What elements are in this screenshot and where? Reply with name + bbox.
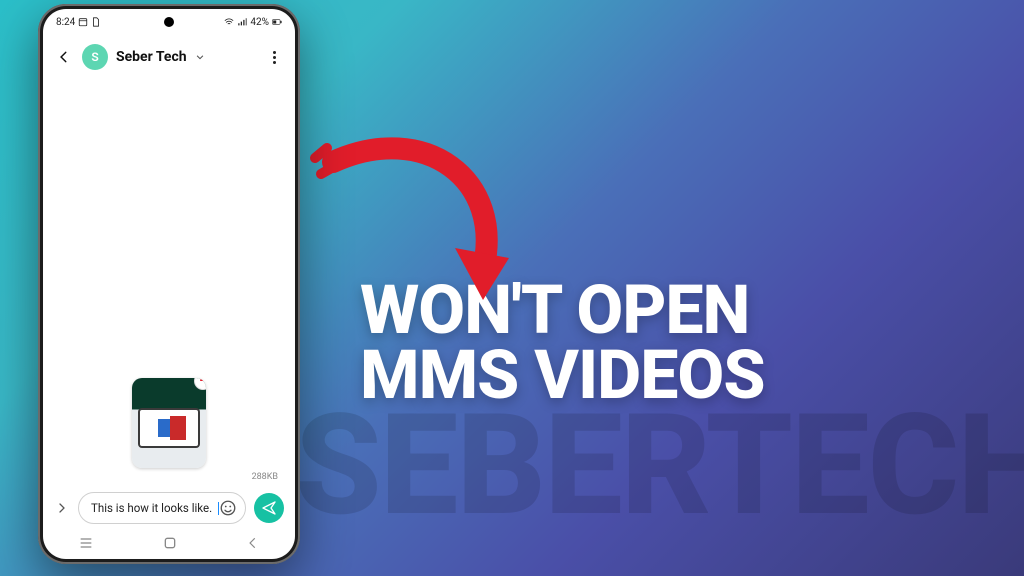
battery-percent: 42% (250, 17, 269, 28)
more-options-button[interactable] (264, 47, 284, 67)
phone-frame: 8:24 42% S Seber Tech (38, 4, 300, 564)
send-icon (261, 500, 277, 516)
send-button[interactable] (254, 493, 284, 523)
attachment-filesize: 288KB (56, 472, 282, 482)
message-input[interactable]: This is how it looks like. (78, 492, 246, 524)
contact-name[interactable]: Seber Tech (116, 49, 187, 65)
camera-punchhole (164, 17, 174, 27)
chevron-down-icon[interactable] (195, 52, 205, 62)
remove-attachment-button[interactable]: − (194, 378, 206, 390)
thumbnail-preview (138, 408, 200, 448)
phone-status-icon (91, 17, 101, 27)
contact-avatar[interactable]: S (82, 44, 108, 70)
attachment-thumbnail[interactable]: − (132, 378, 206, 468)
home-button[interactable] (162, 535, 178, 551)
nav-back-button[interactable] (246, 536, 260, 550)
phone-screen: 8:24 42% S Seber Tech (44, 10, 294, 558)
message-composer: This is how it looks like. (44, 484, 294, 528)
wifi-icon (224, 17, 234, 27)
back-button[interactable] (54, 47, 74, 67)
android-navbar (44, 528, 294, 558)
headline-line-2: MMS VIDEOS (360, 343, 765, 408)
signal-icon (237, 17, 247, 27)
expand-input-button[interactable] (54, 500, 70, 516)
chevron-right-icon (56, 502, 68, 514)
pointer-arrow (305, 130, 535, 310)
emoji-icon[interactable] (219, 499, 237, 517)
recents-button[interactable] (78, 535, 94, 551)
chevron-left-icon (57, 50, 71, 64)
messages-area: − 288KB (44, 80, 294, 484)
chat-header: S Seber Tech (44, 34, 294, 80)
battery-icon (272, 17, 282, 27)
calendar-icon (78, 17, 88, 27)
message-input-text: This is how it looks like. (91, 501, 217, 515)
status-time: 8:24 (56, 17, 75, 28)
